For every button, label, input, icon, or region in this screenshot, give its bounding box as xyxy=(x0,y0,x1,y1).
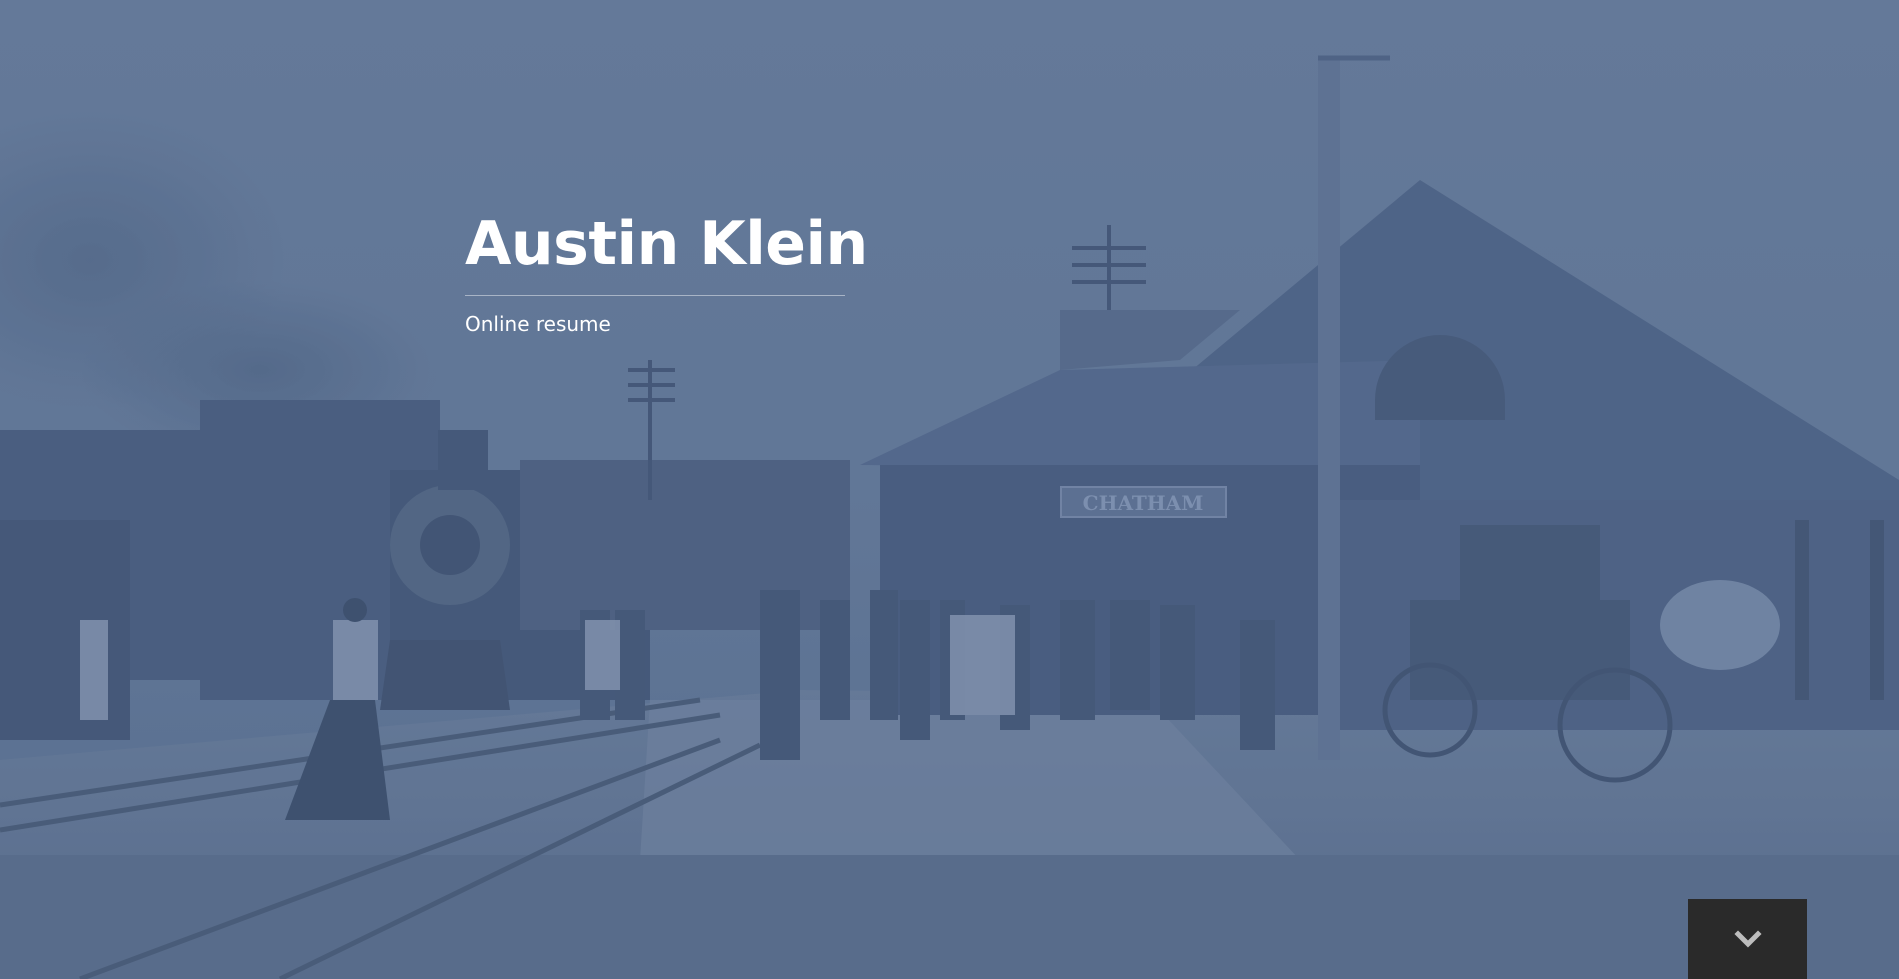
hero-section: CHATHAM Austin Klein Online resume xyxy=(0,0,1899,979)
scroll-down-button[interactable] xyxy=(1688,899,1807,979)
chevron-down-icon xyxy=(1733,930,1762,948)
intro-block: Austin Klein Online resume xyxy=(465,200,868,337)
title-divider xyxy=(465,295,845,296)
page-title: Austin Klein xyxy=(465,209,868,279)
page-subtitle: Online resume xyxy=(465,312,611,336)
color-overlay xyxy=(0,0,1899,979)
